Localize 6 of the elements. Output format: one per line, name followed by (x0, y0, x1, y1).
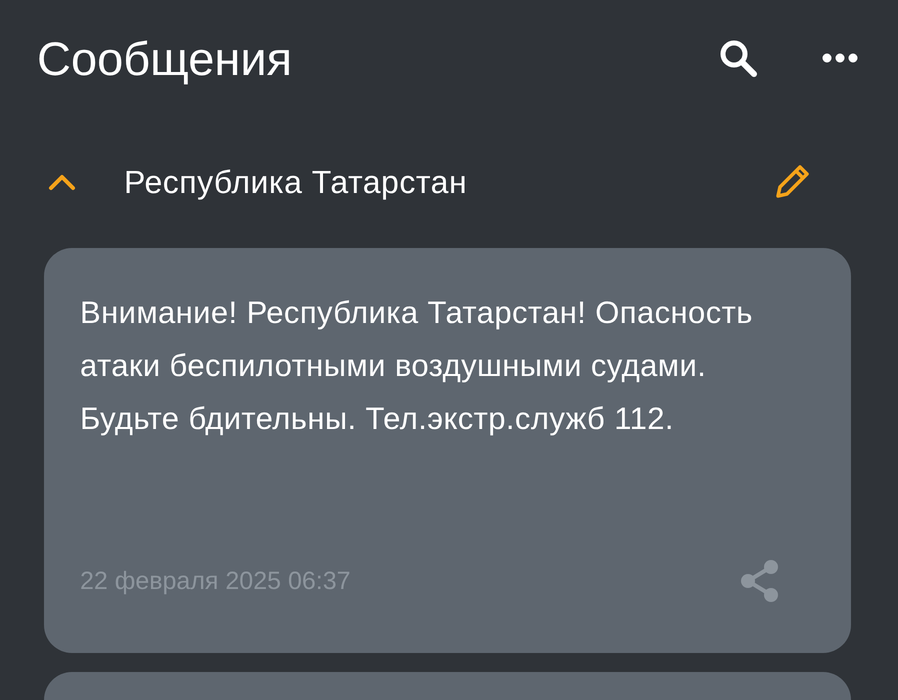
region-name[interactable]: Республика Татарстан (124, 164, 772, 200)
search-icon[interactable] (718, 38, 758, 78)
screen-title: Сообщения (37, 30, 294, 86)
chevron-up-icon[interactable] (48, 173, 76, 191)
message-text: Внимание! Республика Татарстан! Опасность атаки беспилотными воздушными судами. Будьте бдительны. Тел.экстр.служб 112. (80, 294, 754, 438)
more-icon[interactable] (822, 53, 858, 63)
